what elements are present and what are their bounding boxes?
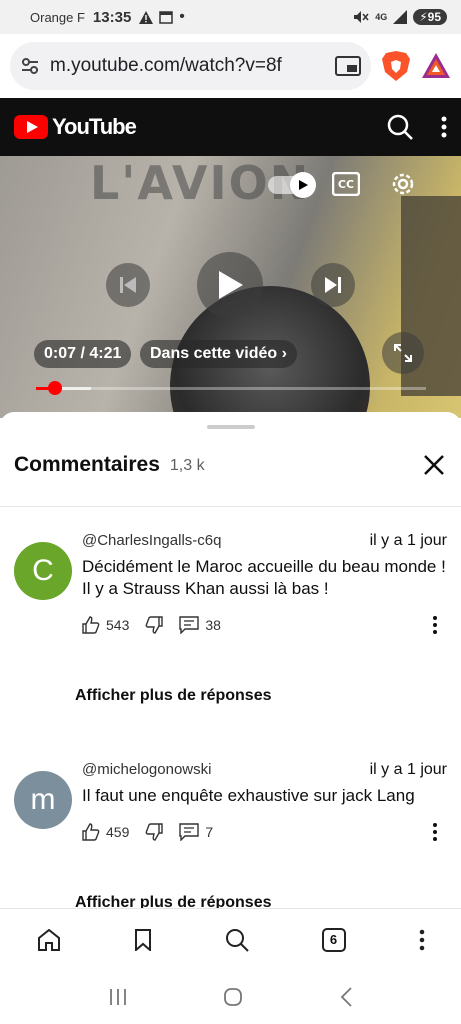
bookmark-icon[interactable]: [134, 928, 152, 951]
reply-button[interactable]: 38: [179, 616, 221, 634]
battery-badge: ⚡95: [413, 9, 447, 25]
search-icon[interactable]: [387, 114, 413, 140]
skip-next-icon: [325, 277, 341, 293]
play-icon: [219, 271, 243, 299]
progress-scrubber[interactable]: [48, 381, 62, 395]
video-player[interactable]: L'AVION CC 0:07 / 4:21 Dans cette vidéo …: [0, 156, 461, 418]
mute-icon: [354, 11, 369, 23]
tabs-button[interactable]: 6: [321, 927, 346, 952]
reply-button[interactable]: 7: [179, 823, 213, 841]
comment-time: il y a 1 jour: [369, 761, 447, 778]
comment-menu-icon[interactable]: [433, 616, 437, 634]
home-button-icon[interactable]: [223, 987, 243, 1007]
drag-handle[interactable]: [207, 425, 255, 429]
chapters-button[interactable]: Dans cette vidéo ›: [140, 340, 297, 368]
like-count: 543: [106, 617, 130, 633]
signal-icon: [393, 10, 408, 24]
dislike-button[interactable]: [145, 823, 164, 841]
system-nav-bar: [0, 970, 461, 1024]
menu-icon[interactable]: [419, 929, 425, 951]
previous-button[interactable]: [106, 263, 150, 307]
comment-item: C @CharlesIngalls-c6q il y a 1 jour Déci…: [14, 532, 447, 672]
youtube-wordmark: YouTube: [52, 114, 137, 139]
carrier-label: Orange F: [30, 9, 85, 25]
recent-apps-icon[interactable]: [108, 988, 128, 1006]
comments-title: Commentaires: [14, 453, 160, 476]
dot-icon: •: [179, 8, 185, 25]
back-icon[interactable]: [339, 987, 353, 1007]
youtube-header: YouTube: [0, 98, 461, 156]
dislike-button[interactable]: [145, 616, 164, 634]
youtube-logo[interactable]: YouTube: [14, 114, 137, 140]
browser-bottom-nav: 6: [0, 908, 461, 970]
search-icon[interactable]: [225, 928, 249, 952]
next-button[interactable]: [311, 263, 355, 307]
home-icon[interactable]: [37, 928, 61, 951]
comment-author[interactable]: @michelogonowski: [82, 761, 211, 779]
brave-rewards-icon[interactable]: [421, 51, 451, 81]
reply-count: 38: [205, 617, 221, 633]
autoplay-toggle[interactable]: [268, 172, 316, 198]
comments-count: 1,3 k: [169, 457, 205, 474]
comment-icon: [179, 823, 200, 841]
browser-toolbar: m.youtube.com/watch?v=8f: [0, 34, 461, 98]
clock: 13:35: [92, 8, 132, 26]
comment-icon: [179, 616, 200, 634]
time-display: 0:07 / 4:21: [34, 340, 132, 368]
warning-icon: [139, 10, 154, 24]
thumbs-down-icon: [145, 823, 164, 841]
url-text[interactable]: m.youtube.com/watch?v=8f: [50, 55, 325, 77]
more-replies-button[interactable]: Afficher plus de réponses: [75, 687, 272, 705]
chevron-right-icon: ›: [281, 345, 287, 362]
svg-text:CC: CC: [338, 178, 354, 191]
skip-previous-icon: [120, 277, 136, 293]
settings-gear-icon[interactable]: [390, 171, 416, 197]
fullscreen-button[interactable]: [382, 332, 424, 374]
site-settings-icon[interactable]: [20, 57, 40, 75]
chapters-label: Dans cette vidéo: [150, 345, 278, 362]
comment-text: Il faut une enquête exhaustive sur jack …: [82, 786, 415, 805]
thumbs-up-icon: [82, 823, 100, 841]
brave-shields-icon[interactable]: [381, 50, 411, 82]
thumbs-down-icon: [145, 616, 164, 634]
youtube-play-icon: [14, 115, 48, 139]
status-bar: Orange F 13:35 • 4G ⚡95: [0, 0, 461, 34]
network-label: 4G: [375, 12, 388, 22]
close-icon[interactable]: [421, 452, 447, 478]
calendar-icon: [159, 10, 174, 24]
address-bar[interactable]: m.youtube.com/watch?v=8f: [10, 42, 371, 90]
play-button[interactable]: [197, 252, 263, 318]
reply-count: 7: [205, 824, 214, 840]
comment-time: il y a 1 jour: [369, 532, 447, 549]
comment-author[interactable]: @CharlesIngalls-c6q: [82, 532, 221, 550]
comments-panel: Commentaires 1,3 k C @CharlesIngalls-c6q…: [0, 412, 461, 912]
thumbs-up-icon: [82, 616, 100, 634]
comment-text: Décidément le Maroc accueille du beau mo…: [82, 557, 446, 598]
comment-menu-icon[interactable]: [433, 823, 437, 841]
avatar[interactable]: m: [14, 771, 72, 829]
avatar[interactable]: C: [14, 542, 72, 600]
more-options-icon[interactable]: [441, 116, 447, 138]
captions-icon[interactable]: CC: [332, 172, 360, 196]
progress-bar[interactable]: [36, 381, 426, 395]
autoplay-play-icon: [299, 180, 308, 190]
like-count: 459: [106, 824, 130, 840]
like-button[interactable]: 543: [82, 616, 129, 634]
fullscreen-icon: [394, 344, 412, 362]
picture-in-picture-icon[interactable]: [335, 56, 361, 76]
panel-divider: [0, 506, 461, 507]
comment-item: m @michelogonowski il y a 1 jour Il faut…: [14, 761, 447, 871]
like-button[interactable]: 459: [82, 823, 129, 841]
